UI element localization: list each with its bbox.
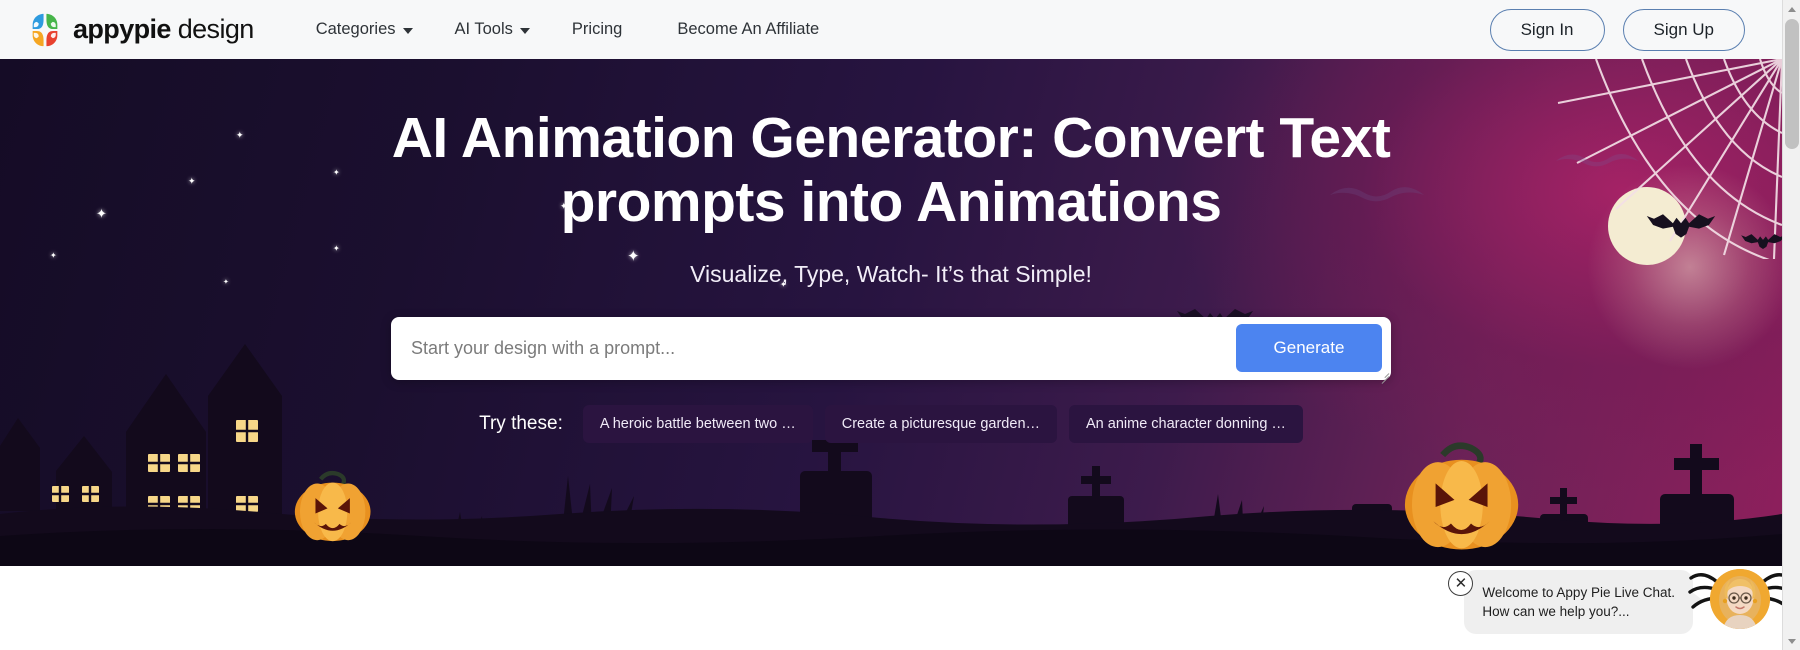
chevron-down-icon (402, 27, 413, 34)
page-title: AI Animation Generator: Convert Text pro… (391, 106, 1391, 235)
avatar-image (1710, 568, 1770, 629)
chevron-down-icon (519, 27, 530, 34)
chevron-up-icon (1788, 6, 1796, 12)
hero-section: ✦ ✦ ✦ ✦ ✦ ✦ ✦ ✦ ✦ ✦ AI Animation Generat… (0, 59, 1782, 566)
brand-logo-link[interactable]: appypie design (26, 11, 254, 49)
appypie-flower-logo-icon (26, 11, 64, 49)
chat-message-bubble[interactable]: Welcome to Appy Pie Live Chat. How can w… (1464, 569, 1704, 634)
generate-button[interactable]: Generate (1236, 324, 1382, 373)
brand-name: appypie design (73, 14, 254, 45)
prompt-bar: Generate (391, 316, 1391, 384)
chevron-down-icon (1788, 638, 1796, 644)
brand-name-bold: appypie (73, 14, 171, 44)
nav-label: Pricing (571, 20, 623, 38)
nav-item-categories[interactable]: Categories (316, 14, 434, 45)
page-scrollbar[interactable] (1782, 0, 1800, 650)
sign-up-button[interactable]: Sign Up (1622, 8, 1745, 51)
chat-message-line-2: How can we help you?... (1482, 603, 1630, 619)
suggestion-chip-2[interactable]: Create a picturesque garden… (824, 404, 1058, 443)
scroll-up-button[interactable] (1783, 0, 1800, 18)
try-these-label: Try these: (479, 412, 563, 434)
prompt-input[interactable] (391, 318, 1236, 378)
brand-name-light: design (170, 14, 255, 44)
nav-label: Become An Affiliate (677, 20, 820, 38)
nav-label: AI Tools (454, 20, 513, 38)
primary-nav: Categories AI Tools Pricing Become An Af… (316, 14, 841, 45)
suggestion-chip-3[interactable]: An anime character donning … (1069, 404, 1303, 443)
scrollbar-thumb[interactable] (1785, 19, 1799, 149)
browser-viewport: appypie design Categories AI Tools Prici… (0, 0, 1800, 650)
scroll-down-button[interactable] (1783, 632, 1800, 650)
auth-actions: Sign In Sign Up (1489, 8, 1745, 51)
nav-item-ai-tools[interactable]: AI Tools (434, 14, 551, 45)
suggestions-row: Try these: A heroic battle between two …… (0, 404, 1782, 443)
nav-item-pricing[interactable]: Pricing (551, 14, 643, 45)
sign-in-button[interactable]: Sign In (1489, 8, 1605, 51)
chat-message-line-1: Welcome to Appy Pie Live Chat. (1482, 584, 1675, 600)
prompt-bar-wrapper: Generate (391, 316, 1391, 384)
close-icon[interactable]: ✕ (1448, 570, 1474, 596)
nav-label: Categories (315, 20, 396, 38)
hero-subtitle: Visualize, Type, Watch- It’s that Simple… (690, 260, 1092, 287)
nav-item-become-an-affiliate[interactable]: Become An Affiliate (643, 14, 840, 45)
suggestion-chip-1[interactable]: A heroic battle between two … (582, 404, 813, 443)
live-chat-widget: ✕ Welcome to Appy Pie Live Chat. How can… (1448, 568, 1792, 634)
hero-content: AI Animation Generator: Convert Text pro… (0, 59, 1782, 443)
site-header: appypie design Categories AI Tools Prici… (0, 0, 1782, 59)
avatar[interactable] (1688, 568, 1792, 629)
